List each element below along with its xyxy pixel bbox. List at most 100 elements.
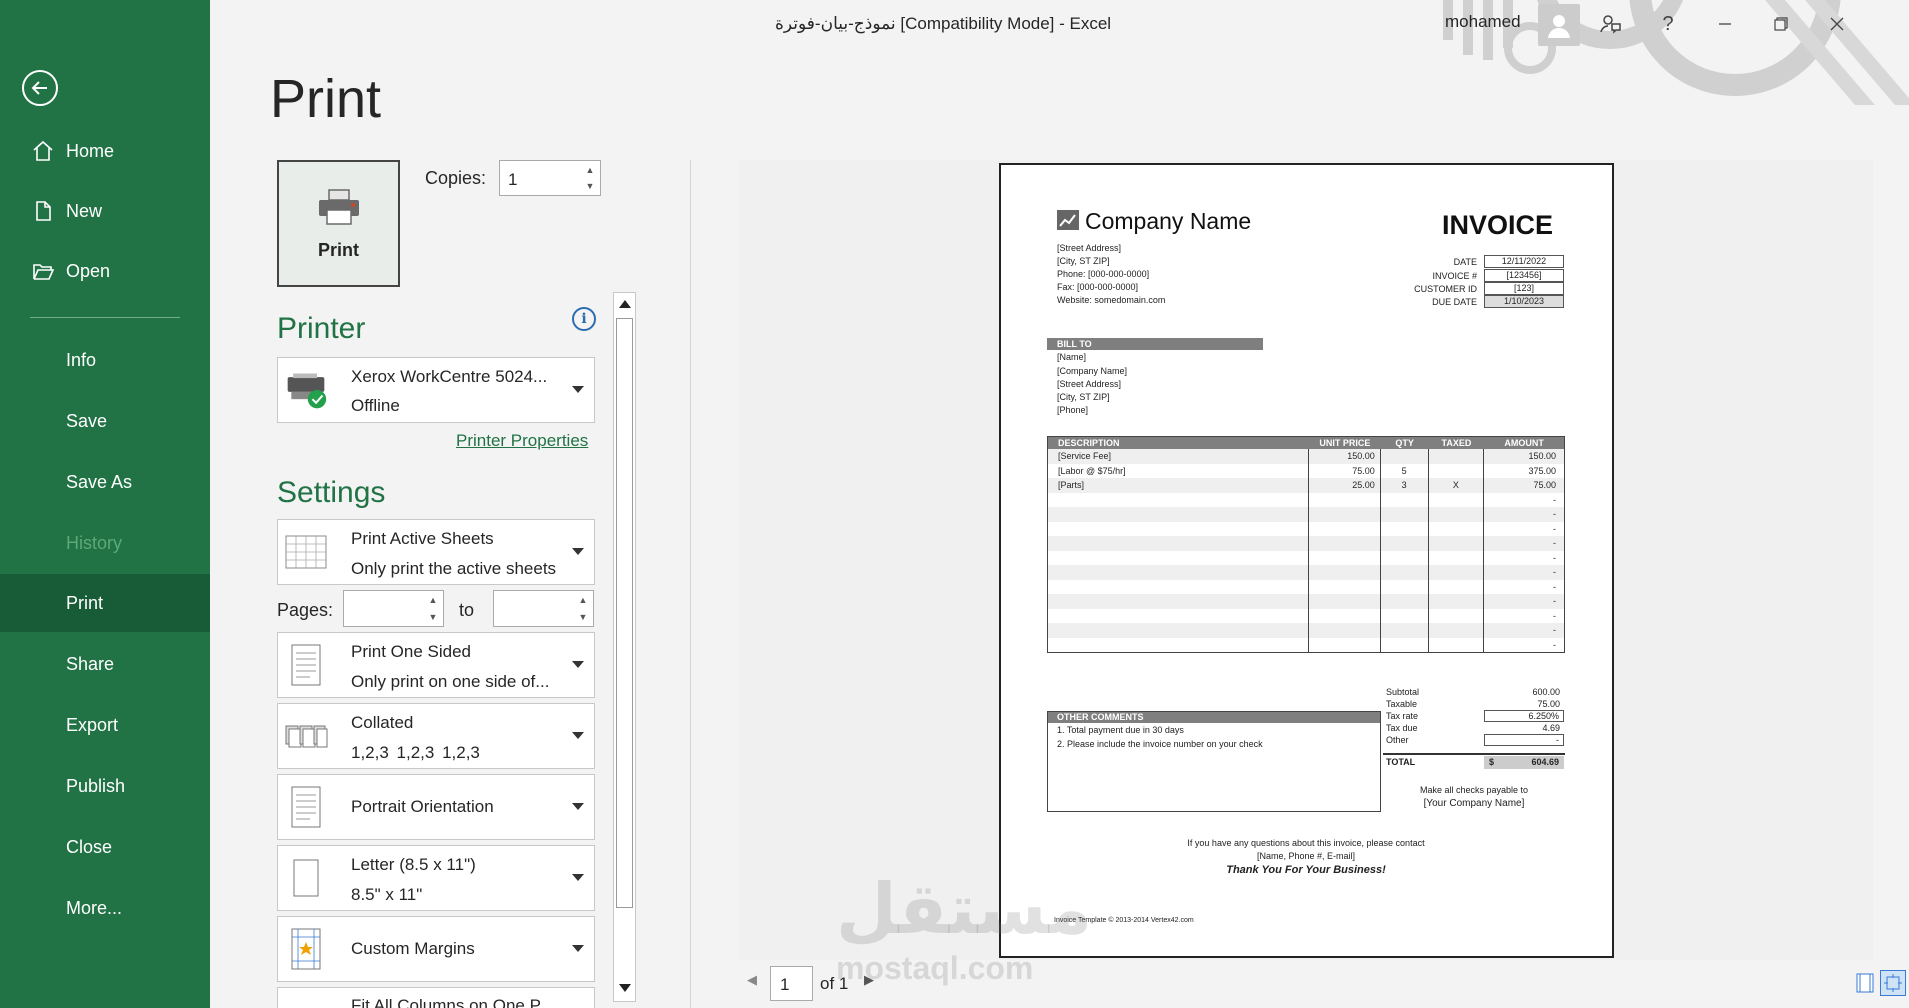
print-what-dropdown[interactable]: Print Active Sheets Only print the activ… [277,519,595,585]
page-number-input[interactable]: 1 [770,966,813,1001]
printer-properties-link[interactable]: Printer Properties [456,431,588,451]
zoom-to-page-icon [1884,974,1902,992]
contact-line: If you have any questions about this inv… [1187,838,1425,848]
table-cell [1429,623,1485,638]
column-header: DESCRIPTION [1058,438,1120,448]
total-row-label: Subtotal [1386,687,1420,697]
nav-new[interactable]: New [0,182,210,240]
nav-info[interactable]: Info [0,331,210,389]
nav-save-as-label: Save As [66,471,133,492]
minimize-button[interactable] [1707,8,1743,40]
margins-dropdown[interactable]: Custom Margins [277,916,595,982]
nav-save-label: Save [66,410,108,431]
user-name[interactable]: mohamed [1445,12,1521,32]
nav-save[interactable]: Save [0,392,210,450]
sides-dropdown[interactable]: Print One Sided Only print on one side o… [277,632,595,698]
total-row-value: 75.00 [1537,699,1560,709]
copies-up-icon[interactable]: ▲ [584,164,596,176]
copies-down-icon[interactable]: ▼ [584,180,596,192]
help-button[interactable]: ? [1650,8,1686,40]
print-what-desc: Only print the active sheets [351,559,557,578]
copies-input[interactable]: 1 ▲ ▼ [499,160,601,196]
nav-publish[interactable]: Publish [0,757,210,815]
info-icon[interactable]: i [572,307,596,331]
avatar[interactable] [1538,4,1580,46]
collation-dropdown[interactable]: Collated 1,2,3 1,2,3 1,2,3 [277,703,595,769]
meta-value: [123456] [1484,269,1564,282]
close-button[interactable] [1819,8,1855,40]
print-button[interactable]: Print [277,160,400,287]
copies-label: Copies: [425,168,487,188]
table-row: - [1048,492,1564,507]
back-button[interactable] [22,70,58,106]
nav-save-as[interactable]: Save As [0,453,210,511]
open-folder-icon [30,258,56,284]
zoom-to-page-button[interactable] [1880,970,1906,996]
printer-icon [318,189,359,225]
nav-more[interactable]: More... [0,879,210,937]
pages-from-up-icon[interactable]: ▲ [427,594,439,606]
company-name: Company Name [1085,208,1252,234]
sides-label: Print One Sided [351,642,472,661]
printer-name: Xerox WorkCentre 5024... [351,367,548,386]
preview-page: Company Name INVOICE [Street Address] [C… [999,163,1614,958]
window-title: نموذج-بيان-فوترة [Compatibility Mode] - … [775,14,1112,33]
pages-from-down-icon[interactable]: ▼ [427,611,439,623]
copies-value: 1 [508,170,518,189]
previous-page-icon[interactable]: ◀ [747,972,757,988]
table-cell [1381,536,1429,551]
table-row: - [1048,608,1564,623]
table-cell [1381,449,1429,464]
next-page-icon[interactable]: ▶ [864,972,874,988]
nav-share[interactable]: Share [0,635,210,693]
nav-export[interactable]: Export [0,696,210,754]
bill-to-line: [Company Name] [1057,366,1128,376]
column-header: UNIT PRICE [1319,438,1371,448]
pages-to-up-icon[interactable]: ▲ [577,594,589,606]
table-cell [1429,463,1485,478]
table-cell [1429,565,1485,580]
table-cell [1048,637,1309,652]
orientation-dropdown[interactable]: Portrait Orientation [277,774,595,840]
table-cell [1309,594,1381,609]
table-row: [Parts] 25.00 3 X 75.00 [1048,478,1564,493]
scroll-up-button[interactable] [613,292,636,316]
user-avatar-icon [1548,15,1570,38]
nav-share-label: Share [66,653,115,674]
page-count: of 1 [820,974,849,993]
total-row-label: Other [1386,735,1409,745]
table-cell: 5 [1381,463,1429,478]
pages-to-input[interactable]: ▲ ▼ [493,590,594,627]
company-website: Website: somedomain.com [1057,295,1166,305]
watermark-logo: مستقل [836,868,1093,950]
printer-dropdown[interactable]: Xerox WorkCentre 5024... Offline [277,357,595,423]
print-button-label: Print [317,240,359,260]
table-cell: - [1553,509,1557,519]
table-cell [1309,637,1381,652]
table-cell: - [1553,610,1557,621]
paper-size-dropdown[interactable]: Letter (8.5 x 11") 8.5" x 11" [277,845,595,911]
nav-info-label: Info [66,349,97,370]
orientation-label: Portrait Orientation [351,797,494,816]
nav-open[interactable]: Open [0,242,210,300]
pages-to-down-icon[interactable]: ▼ [577,611,589,623]
scroll-down-button[interactable] [613,976,636,1000]
scroll-thumb[interactable] [616,318,633,908]
nav-close[interactable]: Close [0,818,210,876]
table-row: [Service Fee] 150.00 150.00 [1048,449,1564,464]
nav-print-label: Print [66,592,104,613]
total-currency: $ [1489,757,1495,767]
scaling-dropdown[interactable]: Fit All Columns on One P... [277,987,595,1008]
restore-button[interactable] [1763,8,1799,40]
close-icon [1830,17,1844,31]
table-cell [1048,507,1309,522]
collated-pages-icon [284,714,328,758]
nav-print[interactable]: Print [0,574,210,632]
pages-from-input[interactable]: ▲ ▼ [343,590,444,627]
feedback-button[interactable] [1592,8,1628,40]
collation-label: Collated [351,713,414,732]
chevron-down-icon [572,945,584,952]
show-margins-button[interactable] [1852,970,1878,996]
table-cell: - [1553,596,1557,606]
nav-home[interactable]: Home [0,122,210,180]
